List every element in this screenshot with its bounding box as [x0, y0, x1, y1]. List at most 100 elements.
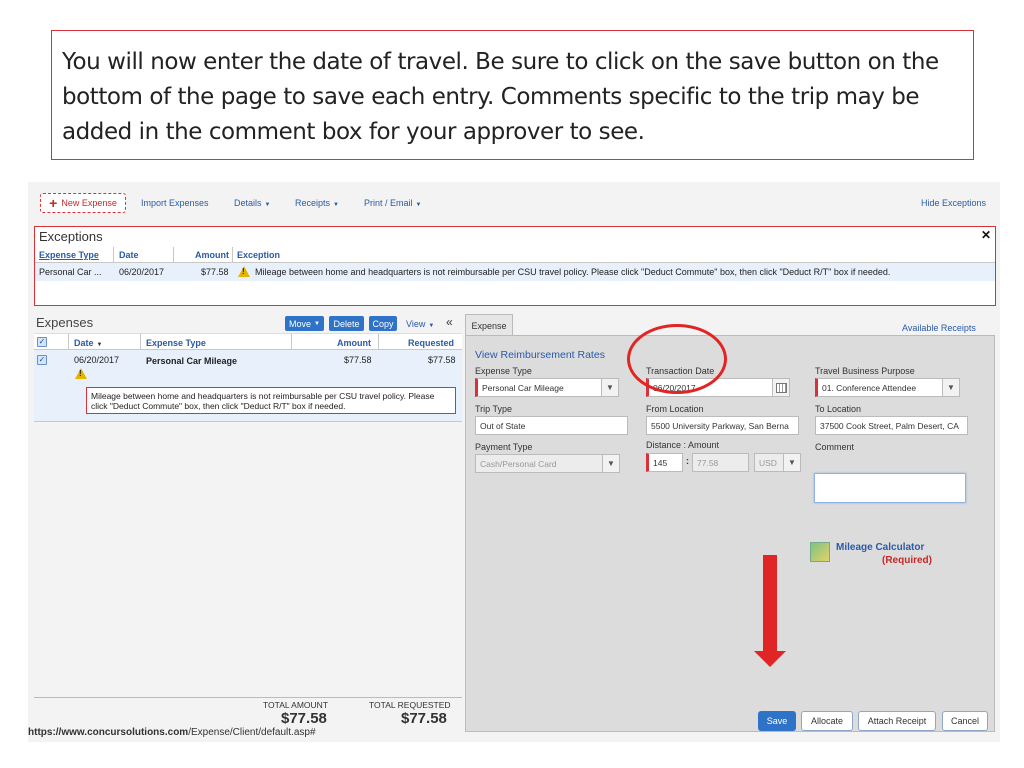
exceptions-panel: Exceptions ✕ Expense Type Date Amount Ex… [34, 226, 996, 306]
receipts-menu[interactable]: Receipts ▼ [295, 198, 339, 208]
tab-expense[interactable]: Expense [465, 314, 513, 336]
view-rates-link[interactable]: View Reimbursement Rates [475, 349, 605, 361]
amount-input[interactable]: 77.58 [692, 453, 749, 472]
trip-type-label: Trip Type [475, 404, 513, 414]
chevron-down-icon[interactable]: ▼ [942, 378, 960, 397]
warning-icon [75, 368, 87, 380]
from-location-input[interactable]: 5500 University Parkway, San Berna [646, 416, 799, 435]
print-email-menu[interactable]: Print / Email ▼ [364, 198, 421, 208]
comment-label: Comment [815, 442, 855, 452]
map-icon[interactable] [810, 542, 830, 562]
exc-date: 06/20/2017 [119, 267, 165, 277]
distance-amount-label: Distance : Amount [646, 440, 720, 450]
close-icon[interactable]: ✕ [981, 228, 991, 242]
view-menu[interactable]: View ▼ [406, 319, 434, 329]
url-path: /Expense/Client/default.asp# [188, 727, 316, 738]
col-date[interactable]: Date ▼ [74, 338, 102, 348]
attach-receipt-button[interactable]: Attach Receipt [858, 711, 936, 731]
concur-expense-screenshot: + New Expense Import Expenses Details ▼ R… [28, 182, 1000, 742]
total-requested-value: $77.58 [401, 710, 447, 727]
total-requested-label: TOTAL REQUESTED [369, 700, 451, 710]
caret-down-icon: ▼ [333, 202, 339, 208]
purpose-label: Travel Business Purpose [815, 366, 915, 376]
col-requested[interactable]: Requested [408, 338, 454, 348]
available-receipts-link[interactable]: Available Receipts [902, 323, 976, 333]
caret-down-icon: ▼ [428, 323, 435, 329]
row-checkbox[interactable]: ✓ [37, 355, 47, 365]
to-location-label: To Location [815, 404, 862, 414]
chevron-down-icon[interactable]: ▼ [601, 378, 619, 397]
to-location-input[interactable]: 37500 Cook Street, Palm Desert, CA [815, 416, 968, 435]
col-amount[interactable]: Amount [337, 338, 371, 348]
save-button[interactable]: Save [758, 711, 796, 731]
exc-amount: $77.58 [201, 267, 229, 277]
caret-down-icon: ▼ [314, 320, 320, 327]
currency-select[interactable]: USD [754, 453, 786, 472]
copy-button[interactable]: Copy [369, 316, 397, 331]
row-exception-message: Mileage between home and headquarters is… [86, 387, 456, 414]
row-requested: $77.58 [428, 355, 456, 365]
details-menu[interactable]: Details ▼ [234, 198, 270, 208]
toolbar: + New Expense Import Expenses Details ▼ R… [28, 182, 1000, 222]
exc-expense-type: Personal Car ... [39, 267, 102, 277]
distance-input[interactable]: 145 [646, 453, 683, 472]
total-amount-label: TOTAL AMOUNT [263, 700, 329, 710]
caret-down-icon: ▼ [415, 202, 422, 208]
col-exception[interactable]: Exception [237, 250, 280, 260]
from-location-label: From Location [646, 404, 704, 414]
expenses-title: Expenses [36, 315, 94, 330]
arrow-head [754, 651, 786, 667]
required-label: (Required) [882, 555, 932, 566]
allocate-button[interactable]: Allocate [801, 711, 853, 731]
delete-button[interactable]: Delete [329, 316, 364, 331]
row-date: 06/20/2017 [74, 355, 120, 365]
purpose-select[interactable]: 01. Conference Attendee [815, 378, 945, 397]
plus-icon: + [49, 195, 58, 211]
new-expense-label: New Expense [61, 198, 117, 208]
chevron-down-icon[interactable]: ▼ [783, 453, 801, 472]
instruction-text: You will now enter the date of travel. B… [62, 49, 939, 145]
instruction-callout: You will now enter the date of travel. B… [51, 30, 974, 160]
arrow-down-icon [763, 555, 777, 653]
expenses-list-panel: Expenses Move ▼ Delete Copy View ▼ « ✓ Dat… [34, 312, 462, 727]
exceptions-header: Expense Type Date Amount Exception [35, 247, 995, 263]
col-expense-type[interactable]: Expense Type [146, 338, 206, 348]
warning-icon [238, 266, 250, 278]
new-expense-button[interactable]: + New Expense [40, 193, 126, 213]
expense-form-panel: Expense Available Receipts View Reimburs… [465, 312, 995, 732]
trip-type-input[interactable]: Out of State [475, 416, 628, 435]
expenses-header: ✓ Date ▼ Expense Type Amount Requested [34, 333, 462, 350]
expense-type-select[interactable]: Personal Car Mileage [475, 378, 605, 397]
status-bar-url: https://www.concursolutions.com/Expense/… [28, 727, 316, 738]
comment-textarea[interactable] [814, 473, 966, 503]
highlight-circle [627, 324, 727, 394]
row-amount: $77.58 [344, 355, 372, 365]
slide: You will now enter the date of travel. B… [0, 0, 1024, 768]
collapse-icon[interactable]: « [446, 315, 453, 329]
sort-down-icon: ▼ [96, 342, 103, 348]
separator-colon: : [686, 456, 689, 466]
col-expense-type[interactable]: Expense Type [39, 250, 99, 260]
expense-form-body: View Reimbursement Rates Expense Type Pe… [465, 335, 995, 732]
table-row[interactable]: Personal Car ... 06/20/2017 $77.58 Milea… [35, 263, 995, 281]
col-amount[interactable]: Amount [195, 250, 229, 260]
total-amount-value: $77.58 [281, 710, 327, 727]
cancel-button[interactable]: Cancel [942, 711, 988, 731]
table-row[interactable]: ✓ 06/20/2017 Personal Car Mileage $77.58… [34, 350, 462, 422]
mileage-calculator-link[interactable]: Mileage Calculator [836, 542, 924, 553]
import-expenses-link[interactable]: Import Expenses [141, 198, 209, 208]
expense-type-label: Expense Type [475, 366, 532, 376]
exceptions-title: Exceptions [39, 229, 103, 244]
hide-exceptions-link[interactable]: Hide Exceptions [921, 198, 986, 208]
payment-type-select[interactable]: Cash/Personal Card [475, 454, 605, 473]
row-expense-type: Personal Car Mileage [146, 356, 238, 366]
select-all-checkbox[interactable]: ✓ [37, 337, 47, 347]
calendar-icon[interactable] [772, 378, 790, 397]
caret-down-icon: ▼ [264, 202, 271, 208]
move-button[interactable]: Move ▼ [285, 316, 324, 331]
col-date[interactable]: Date [119, 250, 139, 260]
chevron-down-icon[interactable]: ▼ [602, 454, 620, 473]
exc-message: Mileage between home and headquarters is… [255, 267, 891, 277]
payment-type-label: Payment Type [475, 442, 533, 452]
totals-divider [34, 697, 462, 698]
